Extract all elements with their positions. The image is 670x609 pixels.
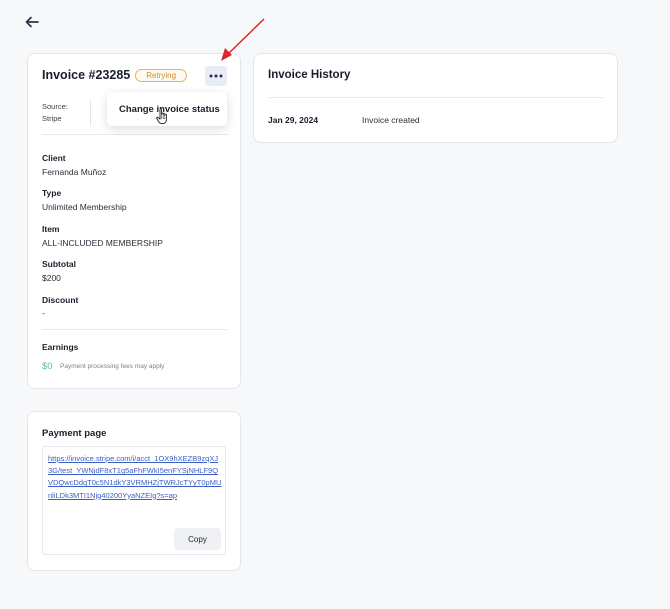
divider — [268, 97, 604, 98]
more-horizontal-icon — [209, 74, 223, 78]
discount-value: - — [42, 308, 45, 318]
hand-pointer-icon — [156, 108, 167, 125]
history-entry-date: Jan 29, 2024 — [268, 115, 319, 125]
payment-url-link[interactable]: https://invoice.stripe.com/i/acct_1OX9hX… — [48, 453, 222, 502]
source-value: Stripe — [42, 114, 62, 123]
type-label: Type — [42, 188, 62, 198]
source-label: Source: — [42, 102, 68, 111]
subtotal-label: Subtotal — [42, 259, 76, 269]
client-label: Client — [42, 153, 66, 163]
divider — [42, 134, 228, 135]
more-options-button[interactable] — [205, 66, 227, 86]
item-value: ALL-INCLUDED MEMBERSHIP — [42, 238, 163, 248]
divider — [42, 329, 228, 330]
earnings-label: Earnings — [42, 342, 79, 352]
invoice-history-card: Invoice History Jan 29, 2024 Invoice cre… — [253, 53, 618, 143]
copy-button[interactable]: Copy — [174, 528, 221, 550]
history-title: Invoice History — [268, 69, 351, 81]
payment-url-box: https://invoice.stripe.com/i/acct_1OX9hX… — [42, 446, 226, 555]
invoice-title: Invoice #23285 — [42, 68, 131, 82]
back-button[interactable] — [22, 12, 42, 32]
item-label: Item — [42, 224, 60, 234]
earnings-note: Payment processing fees may apply — [60, 363, 165, 370]
invoice-header: Invoice #23285 Retrying — [42, 68, 188, 82]
subtotal-value: $200 — [42, 273, 61, 283]
payment-title: Payment page — [42, 428, 107, 439]
source-separator — [90, 100, 91, 126]
annotation-arrow-icon — [221, 18, 265, 61]
type-value: Unlimited Membership — [42, 202, 127, 212]
discount-label: Discount — [42, 295, 79, 305]
client-value: Fernanda Muñoz — [42, 167, 107, 177]
history-entry-event: Invoice created — [362, 115, 420, 125]
payment-page-card: Payment page https://invoice.stripe.com/… — [27, 411, 241, 571]
arrow-left-icon — [25, 16, 39, 28]
earnings-value: $0 — [42, 361, 53, 372]
status-badge: Retrying — [135, 68, 188, 82]
source-info: Source: Stripe — [42, 101, 68, 125]
